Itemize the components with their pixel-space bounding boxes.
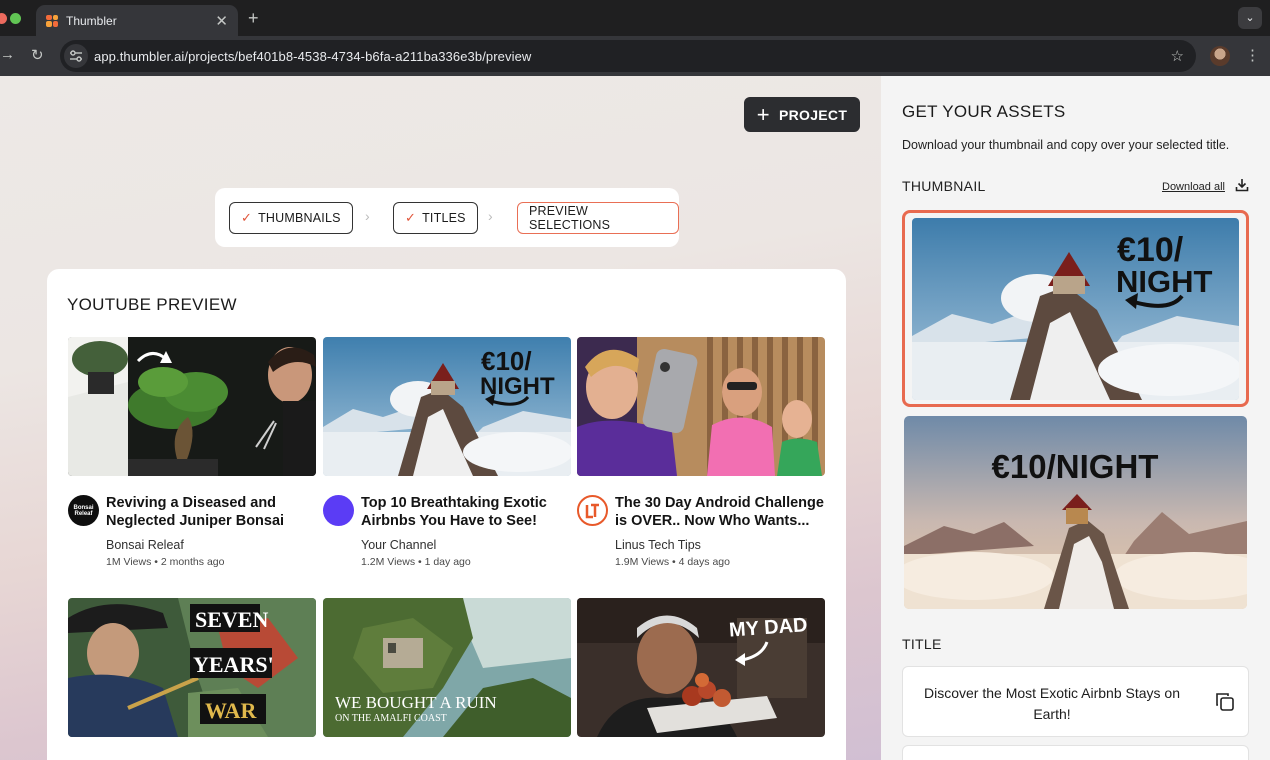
channel-avatar-text: Bonsai Releaf — [73, 504, 94, 517]
thumb-text: WE BOUGHT A RUIN — [335, 693, 497, 712]
bookmark-star-icon[interactable]: ☆ — [1171, 47, 1184, 65]
video-stats: 1.2M Views • 1 day ago — [361, 556, 471, 568]
thumb-text: WAR — [205, 698, 257, 723]
youtube-preview-panel: YOUTUBE PREVIEW Bonsai Releaf Reviving a… — [47, 269, 846, 760]
video-thumbnail[interactable] — [68, 337, 316, 476]
copy-icon[interactable] — [1215, 692, 1235, 712]
assets-panel: GET YOUR ASSETS Download your thumbnail … — [881, 76, 1270, 760]
chevron-right-icon: › — [365, 208, 370, 224]
video-card[interactable]: Bonsai Releaf Reviving a Diseased and Ne… — [68, 337, 316, 568]
step-label: THUMBNAILS — [258, 211, 341, 225]
url-text[interactable]: app.thumbler.ai/projects/bef401b8-4538-4… — [94, 49, 531, 64]
step-progress: ✓ THUMBNAILS › ✓ TITLES › PREVIEW SELECT… — [215, 188, 679, 247]
selected-title-card[interactable]: Discover the Most Exotic Airbnb Stays on… — [902, 666, 1249, 737]
thumb-text: ON THE AMALFI COAST — [335, 713, 447, 724]
tab-close-icon[interactable]: ✕ — [215, 12, 228, 30]
address-bar[interactable]: app.thumbler.ai/projects/bef401b8-4538-4… — [60, 40, 1196, 72]
video-title[interactable]: Top 10 Breathtaking Exotic Airbnbs You H… — [361, 494, 571, 530]
selected-title-text: Discover the Most Exotic Airbnb Stays on… — [924, 685, 1180, 722]
thumbler-favicon-icon — [46, 14, 58, 27]
download-all-link[interactable]: Download all — [1162, 181, 1225, 193]
plus-icon: + — [756, 101, 770, 127]
channel-avatar[interactable] — [577, 495, 608, 526]
step-label: TITLES — [422, 211, 466, 225]
title-card[interactable] — [902, 745, 1249, 760]
new-tab-icon[interactable]: + — [248, 8, 259, 29]
channel-name[interactable]: Your Channel — [361, 538, 571, 552]
preview-heading: YOUTUBE PREVIEW — [67, 295, 237, 314]
new-project-label: PROJECT — [778, 106, 848, 123]
forward-arrow-icon[interactable]: → — [0, 46, 15, 63]
video-thumbnail[interactable] — [577, 337, 825, 476]
linus-logo-icon — [585, 503, 599, 518]
thumbnail-label: THUMBNAIL — [902, 178, 986, 194]
video-card[interactable]: €10/ NIGHT Top 10 Breathtaking Exotic Ai… — [323, 337, 571, 568]
window-zoom-dot[interactable] — [10, 13, 21, 24]
alternate-thumbnail[interactable]: €10/NIGHT — [904, 416, 1247, 609]
site-settings-icon[interactable] — [64, 44, 88, 68]
title-label: TITLE — [902, 636, 942, 652]
video-title[interactable]: Reviving a Diseased and Neglected Junipe… — [106, 494, 316, 530]
channel-name[interactable]: Linus Tech Tips — [615, 538, 825, 552]
window-close-dot[interactable] — [0, 13, 7, 24]
selected-thumbnail-frame[interactable]: €10/ NIGHT — [902, 210, 1249, 407]
check-icon: ✓ — [241, 210, 253, 225]
download-icon[interactable] — [1235, 178, 1249, 192]
channel-avatar[interactable]: Bonsai Releaf — [68, 495, 99, 526]
video-thumbnail[interactable]: €10/ NIGHT — [323, 337, 571, 476]
video-title[interactable]: The 30 Day Android Challenge is OVER.. N… — [615, 494, 825, 530]
thumb-text: YEARS' — [193, 652, 274, 677]
step-titles[interactable]: ✓ TITLES — [393, 202, 478, 234]
tab-title: Thumbler — [66, 13, 117, 28]
video-card[interactable]: SEVEN YEARS' WAR — [68, 598, 316, 737]
channel-name[interactable]: Bonsai Releaf — [106, 538, 316, 552]
chevron-right-icon: › — [488, 208, 493, 224]
step-thumbnails[interactable]: ✓ THUMBNAILS — [229, 202, 353, 234]
new-project-button[interactable]: + PROJECT — [744, 97, 860, 132]
assets-heading: GET YOUR ASSETS — [902, 102, 1066, 121]
thumb-text: €10/NIGHT — [992, 448, 1159, 485]
video-card[interactable]: The 30 Day Android Challenge is OVER.. N… — [577, 337, 825, 568]
reload-icon[interactable]: ↻ — [31, 46, 44, 64]
selected-thumbnail[interactable]: €10/ NIGHT — [912, 218, 1239, 400]
video-thumbnail[interactable]: MY DAD — [577, 598, 825, 737]
thumb-text: SEVEN — [195, 607, 268, 632]
video-card[interactable]: MY DAD — [577, 598, 825, 737]
video-stats: 1M Views • 2 months ago — [106, 556, 225, 568]
video-thumbnail[interactable]: SEVEN YEARS' WAR — [68, 598, 316, 737]
profile-avatar[interactable] — [1210, 46, 1230, 66]
thumb-text: €10/ — [481, 346, 532, 376]
video-stats: 1.9M Views • 4 days ago — [615, 556, 730, 568]
browser-toolbar: → ↻ app.thumbler.ai/projects/bef401b8-45… — [0, 36, 1270, 76]
browser-tab[interactable]: Thumbler ✕ — [36, 5, 238, 36]
main-content: + PROJECT ✓ THUMBNAILS › ✓ TITLES › PREV… — [0, 76, 881, 760]
step-label: PREVIEW SELECTIONS — [529, 204, 611, 232]
tab-search-chevron-icon[interactable]: ⌄ — [1238, 7, 1262, 29]
video-card[interactable]: WE BOUGHT A RUIN ON THE AMALFI COAST — [323, 598, 571, 737]
browser-menu-icon[interactable]: ⋮ — [1245, 46, 1260, 64]
video-thumbnail[interactable]: WE BOUGHT A RUIN ON THE AMALFI COAST — [323, 598, 571, 737]
step-preview-selections[interactable]: PREVIEW SELECTIONS — [517, 202, 679, 234]
assets-description: Download your thumbnail and copy over yo… — [902, 138, 1230, 152]
thumb-text: NIGHT — [1116, 264, 1213, 299]
channel-avatar[interactable] — [323, 495, 354, 526]
browser-tab-bar: Thumbler ✕ + ⌄ — [0, 0, 1270, 36]
check-icon: ✓ — [405, 210, 417, 225]
